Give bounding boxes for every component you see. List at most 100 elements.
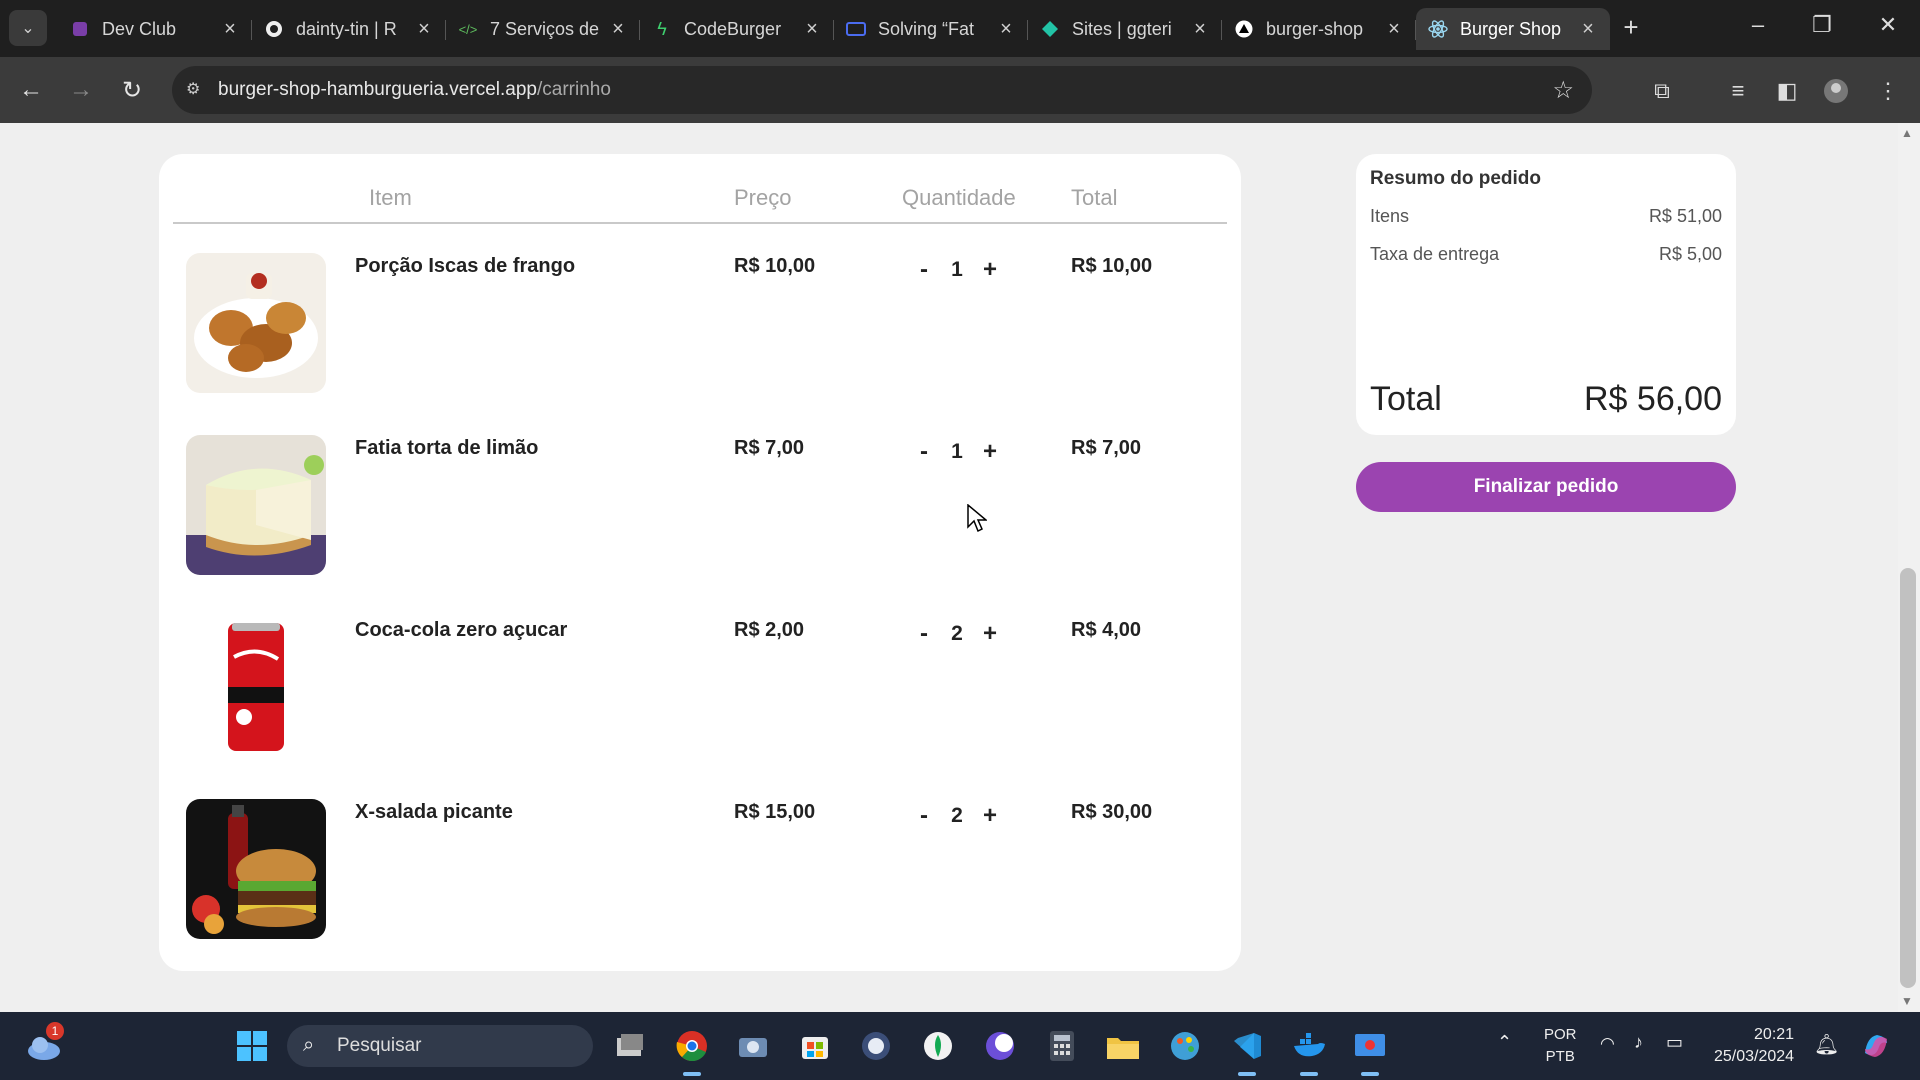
- menu-kebab-icon[interactable]: ⋮: [1872, 75, 1904, 107]
- language-indicator[interactable]: POR PTB: [1544, 1024, 1577, 1068]
- summary-delivery-label: Taxa de entrega: [1370, 244, 1500, 264]
- app-moon-icon[interactable]: [980, 1026, 1020, 1066]
- clock-time: 20:21: [1754, 1026, 1795, 1043]
- item-name: Fatia torta de limão: [355, 437, 539, 459]
- side-panel-icon[interactable]: ◧: [1771, 75, 1803, 107]
- browser-tab-active[interactable]: Burger Shop ×: [1416, 8, 1610, 50]
- devclub-icon: [70, 19, 90, 39]
- notification-bell-icon[interactable]: 🔔︎: [1814, 1032, 1839, 1057]
- close-icon[interactable]: ×: [802, 18, 822, 41]
- vscode-icon[interactable]: [1227, 1026, 1267, 1066]
- decrease-quantity-button[interactable]: -: [909, 799, 939, 833]
- item-name: X-salada picante: [355, 801, 513, 823]
- browser-tab[interactable]: dainty-tin | R ×: [252, 8, 446, 50]
- scroll-down-icon[interactable]: ▼: [1901, 994, 1913, 1008]
- close-icon[interactable]: ×: [608, 18, 628, 41]
- browser-tab[interactable]: </> 7 Serviços de ×: [446, 8, 640, 50]
- paint-app-icon[interactable]: [1165, 1026, 1205, 1066]
- product-image-lemon-pie: [186, 435, 326, 575]
- docker-icon[interactable]: [1289, 1026, 1329, 1066]
- forward-button[interactable]: →: [64, 73, 98, 107]
- chrome-taskbar-icon[interactable]: [672, 1026, 712, 1066]
- close-icon[interactable]: ×: [414, 18, 434, 41]
- react-icon: [1428, 19, 1448, 39]
- header-quantity: Quantidade: [902, 185, 1016, 210]
- tab-strip: Dev Club × dainty-tin | R × </> 7 Serviç…: [58, 8, 1610, 50]
- close-icon[interactable]: ×: [996, 18, 1016, 41]
- back-button[interactable]: ←: [14, 73, 48, 107]
- reload-button[interactable]: ↻: [115, 73, 149, 107]
- weather-widget[interactable]: 1: [24, 1022, 64, 1066]
- item-price: R$ 2,00: [734, 619, 805, 641]
- clock-date: 25/03/2024: [1714, 1048, 1795, 1065]
- header-price: Preço: [734, 185, 792, 210]
- extensions-icon[interactable]: ⧉: [1646, 75, 1678, 107]
- scrollbar-thumb[interactable]: [1900, 568, 1916, 988]
- new-tab-button[interactable]: +: [1616, 12, 1646, 42]
- header-item: Item: [369, 185, 412, 210]
- browser-tab[interactable]: Solving “Fat ×: [834, 8, 1028, 50]
- quantity-value: 1: [951, 258, 963, 281]
- browser-tab[interactable]: Sites | ggteri ×: [1028, 8, 1222, 50]
- item-price: R$ 10,00: [734, 255, 816, 277]
- close-icon[interactable]: ×: [1578, 18, 1598, 41]
- header-total: Total: [1071, 185, 1118, 210]
- start-button[interactable]: [232, 1026, 272, 1066]
- vercel-icon: [1234, 19, 1254, 39]
- increase-quantity-button[interactable]: +: [975, 435, 1005, 469]
- browser-tab[interactable]: ϟ CodeBurger ×: [640, 8, 834, 50]
- app-elephant-icon[interactable]: [856, 1026, 896, 1066]
- active-app-indicator: [1300, 1072, 1318, 1076]
- close-icon[interactable]: ×: [1384, 18, 1404, 41]
- summary-items-value: R$ 51,00: [1648, 206, 1722, 226]
- restore-button[interactable]: ❐: [1802, 12, 1842, 38]
- item-name: Coca-cola zero açucar: [355, 619, 568, 641]
- media-control-icon[interactable]: ≡: [1722, 75, 1754, 107]
- address-bar[interactable]: ⚙ burger-shop-hamburgueria.vercel.app/ca…: [172, 66, 1592, 114]
- search-placeholder: Pesquisar: [337, 1035, 422, 1056]
- keyboard-layout: PTB: [1545, 1048, 1575, 1065]
- store-app-icon[interactable]: [795, 1026, 835, 1066]
- calculator-icon[interactable]: [1042, 1026, 1082, 1066]
- minimize-button[interactable]: –: [1738, 12, 1778, 38]
- close-icon[interactable]: ×: [1190, 18, 1210, 41]
- decrease-quantity-button[interactable]: -: [909, 617, 939, 651]
- close-window-button[interactable]: ✕: [1868, 12, 1908, 38]
- cart-row: X-salada picante R$ 15,00 - 2 + R$ 30,00: [159, 799, 1241, 959]
- battery-icon[interactable]: ▭: [1666, 1032, 1683, 1053]
- quantity-value: 1: [951, 440, 963, 463]
- copilot-icon[interactable]: [1856, 1026, 1896, 1066]
- item-total: R$ 7,00: [1071, 437, 1142, 459]
- tab-search-button[interactable]: ⌄: [9, 10, 47, 46]
- taskbar-clock[interactable]: 20:21 25/03/2024: [1714, 1024, 1794, 1068]
- site-info-icon[interactable]: ⚙: [186, 79, 208, 101]
- browser-tab[interactable]: burger-shop ×: [1222, 8, 1416, 50]
- mouse-cursor-icon: [967, 504, 987, 533]
- cart-table-card: Item Preço Quantidade Total Porção Iscas: [159, 154, 1241, 971]
- increase-quantity-button[interactable]: +: [975, 799, 1005, 833]
- increase-quantity-button[interactable]: +: [975, 617, 1005, 651]
- close-icon: ✕: [1878, 12, 1898, 37]
- bookmark-star-icon[interactable]: ☆: [1552, 76, 1574, 105]
- quantity-stepper: - 1 +: [909, 435, 1005, 469]
- tab-title: Dev Club: [102, 18, 177, 39]
- camera-app-icon[interactable]: [733, 1026, 773, 1066]
- tab-title: 7 Serviços de: [490, 18, 600, 39]
- browser-tab[interactable]: Dev Club ×: [58, 8, 252, 50]
- chevron-up-icon[interactable]: ⌃: [1497, 1032, 1512, 1053]
- increase-quantity-button[interactable]: +: [975, 253, 1005, 287]
- scroll-up-icon[interactable]: ▲: [1901, 126, 1913, 140]
- screen-recorder-icon[interactable]: [1350, 1026, 1390, 1066]
- task-view-icon[interactable]: [610, 1026, 650, 1066]
- checkout-button[interactable]: Finalizar pedido: [1356, 462, 1736, 512]
- mongodb-compass-icon[interactable]: [918, 1026, 958, 1066]
- close-icon[interactable]: ×: [220, 18, 240, 41]
- profile-avatar[interactable]: [1820, 75, 1852, 107]
- wifi-icon[interactable]: ◠: [1600, 1034, 1615, 1054]
- file-explorer-icon[interactable]: [1103, 1026, 1143, 1066]
- decrease-quantity-button[interactable]: -: [909, 253, 939, 287]
- summary-delivery-row: Taxa de entrega R$ 5,00: [1370, 244, 1722, 265]
- taskbar-search[interactable]: ⌕ Pesquisar: [287, 1025, 593, 1067]
- decrease-quantity-button[interactable]: -: [909, 435, 939, 469]
- volume-icon[interactable]: ♪: [1634, 1032, 1643, 1053]
